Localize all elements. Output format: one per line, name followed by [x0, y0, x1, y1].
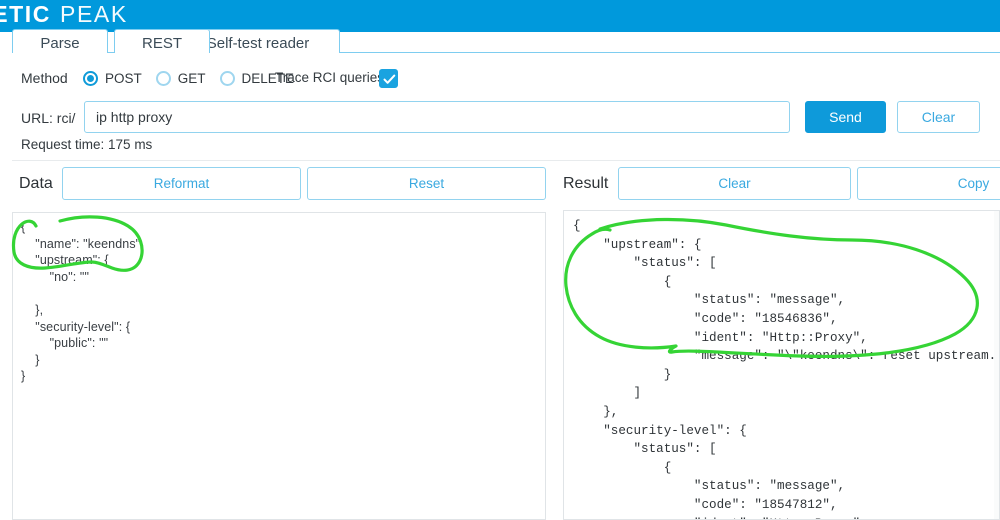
data-json-text: { "name": "keendns", "upstream": { "no":…: [21, 220, 144, 384]
brand-model: PEAK: [60, 1, 128, 27]
section-divider: [12, 160, 1000, 161]
data-section-label: Data: [19, 175, 53, 192]
app-header: NETIC PEAK: [0, 0, 1000, 32]
check-icon: [383, 74, 396, 84]
method-row: Method POST GET DELETE Trace RCI queries: [0, 62, 1000, 94]
request-time-status: Request time: 175 ms: [21, 137, 153, 152]
method-label: Method: [21, 70, 68, 86]
tab-parse[interactable]: Parse: [12, 29, 108, 53]
result-scrollbar[interactable]: [994, 211, 999, 519]
result-clear-button[interactable]: Clear: [618, 167, 851, 200]
clear-button[interactable]: Clear: [897, 101, 980, 133]
reset-button[interactable]: Reset: [307, 167, 546, 200]
radio-post[interactable]: POST: [83, 70, 142, 86]
url-input[interactable]: [84, 101, 790, 133]
brand-name: NETIC: [0, 1, 51, 27]
reformat-button[interactable]: Reformat: [62, 167, 301, 200]
radio-delete-icon: [219, 70, 235, 86]
data-json-editor[interactable]: { "name": "keendns", "upstream": { "no":…: [12, 212, 546, 520]
trace-rci-label: Trace RCI queries: [275, 70, 385, 85]
result-json-view[interactable]: { "upstream": { "status": [ { "status": …: [563, 210, 1000, 520]
radio-get-label: GET: [177, 70, 206, 86]
result-copy-button[interactable]: Copy: [857, 167, 1000, 200]
result-section-label: Result: [563, 175, 609, 192]
send-button[interactable]: Send: [805, 101, 886, 133]
tab-bar: Parse REST Self-test reader: [0, 29, 1000, 54]
tab-rest[interactable]: REST: [114, 29, 210, 54]
url-label: URL: rci/: [21, 110, 76, 126]
radio-post-icon: [83, 70, 98, 86]
radio-post-label: POST: [105, 70, 142, 86]
result-json-text: { "upstream": { "status": [ { "status": …: [573, 219, 1000, 519]
brand-logo: NETIC PEAK: [0, 1, 128, 28]
app-root: NETIC PEAK Parse REST Self-test reader Me…: [0, 0, 1000, 520]
radio-get[interactable]: GET: [155, 70, 206, 86]
radio-get-icon: [155, 70, 171, 86]
trace-rci-checkbox[interactable]: [379, 69, 398, 88]
